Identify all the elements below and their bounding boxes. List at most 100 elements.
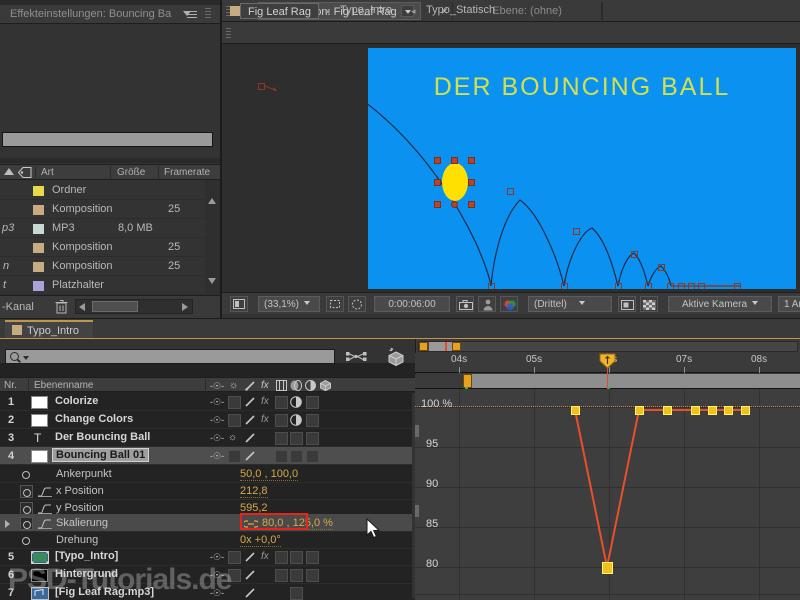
scrollbar-thumb[interactable] — [92, 301, 138, 312]
audio-icon[interactable]: -☉- — [210, 433, 224, 444]
project-row[interactable]: Komposition 25 — [0, 200, 205, 219]
breadcrumb-grip[interactable] — [226, 28, 231, 39]
keyframe-marker-selected[interactable] — [602, 562, 613, 574]
lock-icon[interactable] — [245, 433, 256, 446]
graph-editor-curve-icon[interactable] — [38, 503, 52, 514]
breadcrumb-item-0[interactable]: Fig Leaf Rag — [240, 3, 319, 19]
search-input[interactable] — [5, 349, 335, 364]
disclosure-triangle-icon[interactable] — [5, 520, 10, 528]
audio-icon[interactable]: -☉- — [210, 397, 224, 408]
3d-layer-toggle[interactable] — [306, 450, 319, 463]
3d-layer-toggle[interactable] — [306, 396, 319, 409]
3d-layer-toggle[interactable] — [306, 414, 319, 427]
motion-blur-toggle[interactable] — [290, 432, 303, 445]
always-preview-icon[interactable] — [230, 296, 248, 312]
work-area-span[interactable] — [429, 342, 452, 351]
region-preview-icon[interactable] — [618, 296, 636, 312]
playhead-marker-icon[interactable] — [599, 353, 616, 369]
selection-handle[interactable] — [468, 179, 475, 186]
column-header-number[interactable]: Nr. — [4, 380, 17, 391]
lock-icon[interactable] — [245, 588, 256, 600]
project-horizontal-scrollbar[interactable] — [75, 299, 193, 314]
breadcrumb-item-2[interactable]: Typo_Statisch — [426, 4, 495, 16]
fx-icon[interactable]: fx — [261, 551, 269, 562]
motion-blur-toggle[interactable] — [290, 587, 303, 600]
selection-handle[interactable] — [451, 157, 458, 164]
current-timecode[interactable]: 0:00:06:00 — [374, 296, 450, 312]
property-row-skalierung[interactable]: Skalierung 80,0 , 125,0 % — [0, 514, 415, 532]
motion-path-keyframe[interactable] — [645, 283, 652, 289]
graph-scroll-nub[interactable] — [415, 505, 419, 517]
composition-viewer[interactable]: DER BOUNCING BALL — [222, 44, 800, 292]
motion-blur-toggle[interactable] — [290, 551, 303, 564]
motion-path-keyframe[interactable] — [507, 188, 514, 195]
mask-shape-icon[interactable] — [348, 296, 366, 312]
solo-toggle[interactable] — [228, 450, 241, 463]
keyframe-marker[interactable] — [663, 406, 672, 415]
layer-name[interactable]: [Typo_Intro] — [55, 550, 118, 562]
panel-menu-icon[interactable] — [183, 9, 197, 19]
chevron-down-icon[interactable] — [579, 301, 585, 305]
motion-path-keyframe[interactable] — [734, 283, 741, 289]
keyframe-marker[interactable] — [691, 406, 700, 415]
keyframe-marker[interactable] — [741, 406, 750, 415]
region-of-interest-icon[interactable] — [326, 296, 344, 312]
motion-blur-toggle[interactable] — [290, 450, 303, 463]
composition-canvas[interactable]: DER BOUNCING BALL — [368, 48, 796, 289]
stopwatch-icon-active[interactable] — [20, 517, 33, 530]
link-composition-icon[interactable] — [346, 350, 368, 366]
resolution-dropdown[interactable]: (Drittel) — [528, 296, 612, 312]
motion-path-keyframe[interactable] — [688, 283, 695, 289]
project-row[interactable]: Komposition 25 — [0, 238, 205, 257]
scroll-up-arrow-icon[interactable] — [208, 198, 216, 204]
work-area-bar[interactable] — [418, 341, 798, 352]
project-row[interactable]: Ordner — [0, 181, 205, 200]
column-header-type[interactable]: Art — [41, 167, 54, 178]
property-row-ankerpunkt[interactable]: Ankerpunkt 50,0 , 100,0 — [0, 465, 415, 483]
scroll-left-arrow-icon[interactable] — [79, 303, 85, 311]
work-area-start-handle[interactable] — [419, 342, 428, 351]
chevron-down-icon[interactable] — [23, 356, 29, 360]
work-area-end-handle[interactable] — [452, 342, 461, 351]
layer-name[interactable]: Change Colors — [55, 413, 133, 425]
timeline-layer-row[interactable]: 3 T Der Bouncing Ball -☉- ☼ — [0, 429, 415, 447]
property-row-drehung[interactable]: Drehung 0x +0,0° — [0, 531, 415, 549]
keyframe-marker[interactable] — [635, 406, 644, 415]
solo-icon[interactable]: ☼ — [229, 380, 238, 391]
3d-renderer-icon[interactable] — [386, 347, 406, 369]
label-color-chip[interactable] — [33, 243, 44, 253]
adjustment-layer-icon[interactable] — [305, 380, 316, 394]
column-header-size[interactable]: Größe — [117, 167, 145, 178]
motion-path-keyframe[interactable] — [561, 283, 568, 289]
selection-handle[interactable] — [434, 179, 441, 186]
frame-blend-toggle[interactable] — [275, 414, 288, 427]
property-value[interactable]: 0x +0,0° — [240, 534, 281, 547]
selection-handle[interactable] — [434, 157, 441, 164]
layer-name-editing[interactable]: Bouncing Ball 01 — [52, 448, 149, 462]
fx-icon[interactable]: fx — [261, 396, 269, 407]
frame-blend-toggle[interactable] — [275, 396, 288, 409]
timeline-layer-row[interactable]: 1 Colorize -☉- fx — [0, 393, 415, 411]
label-color-chip[interactable] — [33, 205, 44, 215]
motion-path-keyframe[interactable] — [698, 283, 705, 289]
chevron-down-icon[interactable] — [304, 301, 310, 305]
fx-icon[interactable]: fx — [261, 414, 269, 425]
frame-blend-toggle[interactable] — [275, 432, 288, 445]
motion-blur-toggle[interactable] — [290, 569, 303, 582]
3d-layer-toggle[interactable] — [306, 569, 319, 582]
graph-editor-curve-icon[interactable] — [38, 486, 52, 497]
effects-search-field[interactable] — [2, 132, 213, 147]
property-value[interactable]: 212,8 — [240, 485, 268, 498]
keyframe-marker[interactable] — [571, 406, 580, 415]
3d-layer-toggle[interactable] — [306, 551, 319, 564]
graph-scroll-nub[interactable] — [415, 425, 419, 437]
tab-effects-controls[interactable]: Effekteinstellungen: Bouncing Ba — [2, 6, 195, 23]
label-tag-icon[interactable] — [18, 167, 32, 181]
3d-layer-icon[interactable] — [320, 380, 331, 394]
frame-blend-icon[interactable] — [276, 380, 287, 394]
camera-dropdown[interactable]: Aktive Kamera — [668, 296, 772, 312]
audio-icon[interactable]: -☉- — [210, 381, 224, 392]
breadcrumb-item-1[interactable]: Typo_Intro — [340, 4, 392, 16]
adjustment-layer-icon[interactable] — [290, 414, 302, 429]
frame-blend-toggle[interactable] — [275, 551, 288, 564]
